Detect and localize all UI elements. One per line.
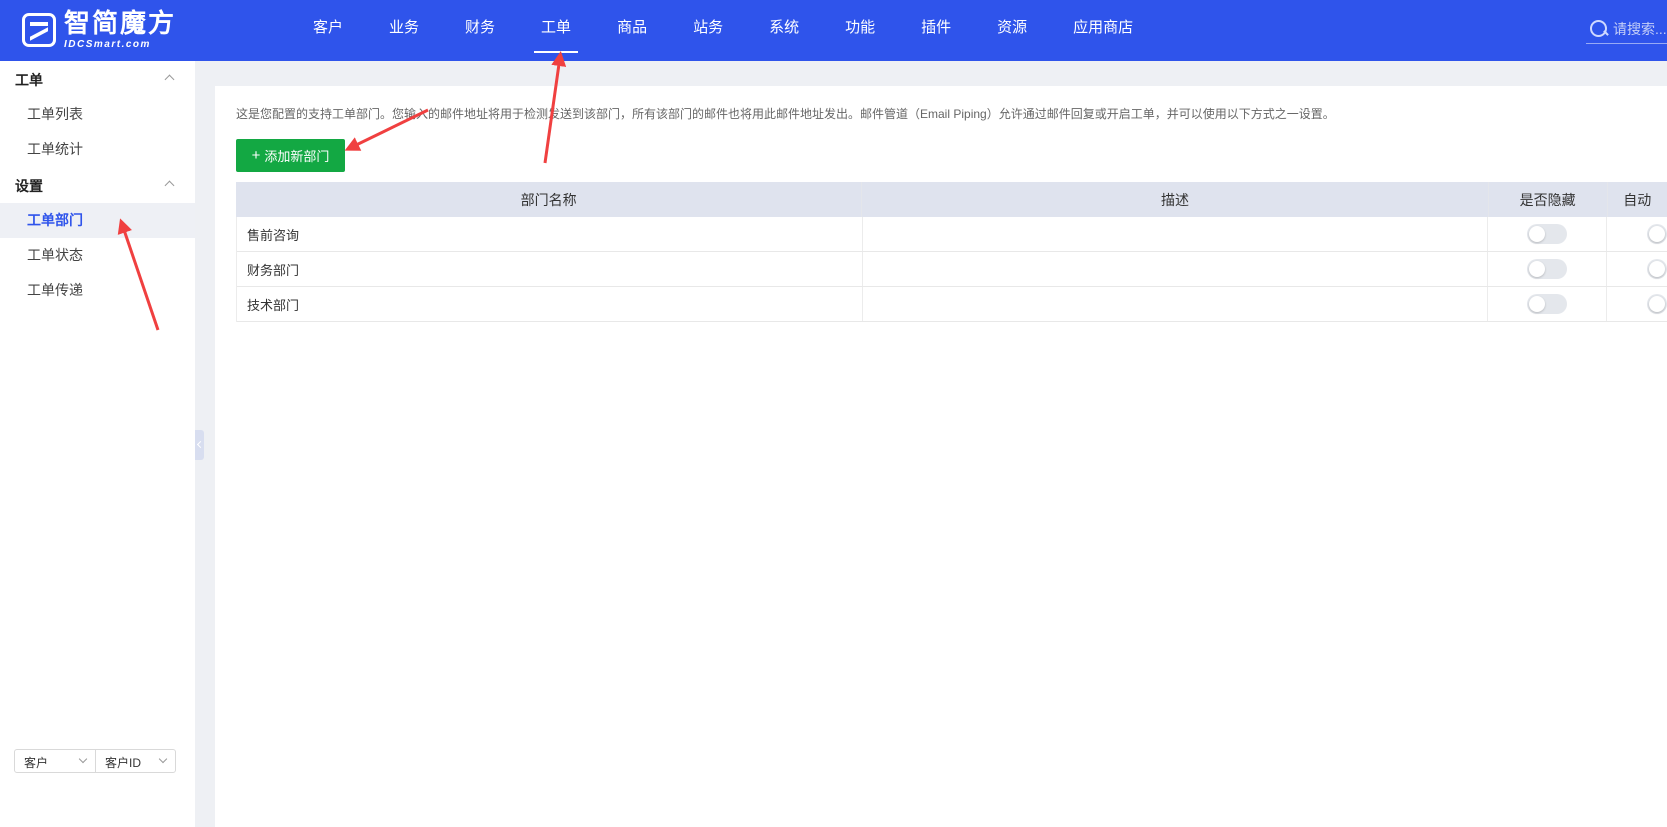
sidebar-group-settings[interactable]: 设置 — [0, 169, 195, 203]
sidebar-group-title: 工单 — [15, 72, 43, 88]
department-description — [863, 217, 1489, 251]
customer-select[interactable]: 客户 — [15, 750, 95, 772]
table-body: 售前咨询 财务部门 技术部门 — [236, 217, 1667, 322]
logo-text: 智简魔方 IDCSmart.com — [64, 11, 176, 50]
search-icon[interactable] — [1590, 19, 1608, 38]
auto-toggle-cell — [1607, 287, 1667, 321]
nav-site[interactable]: 站务 — [670, 0, 746, 61]
sidebar-item-ticket-transfer[interactable]: 工单传递 — [0, 273, 195, 308]
customer-id-select-value: 客户ID — [105, 756, 142, 770]
sidebar-item-ticket-stats[interactable]: 工单统计 — [0, 132, 195, 167]
nav-app-store[interactable]: 应用商店 — [1050, 0, 1156, 61]
hidden-toggle[interactable] — [1527, 294, 1568, 314]
auto-toggle-cell — [1607, 217, 1667, 251]
hidden-toggle-cell — [1488, 287, 1607, 321]
column-header-name: 部门名称 — [236, 182, 863, 217]
table-row: 售前咨询 — [237, 217, 1667, 252]
auto-toggle[interactable] — [1647, 259, 1667, 279]
column-header-hidden: 是否隐藏 — [1489, 182, 1608, 217]
nav-system[interactable]: 系统 — [746, 0, 822, 61]
customer-id-select[interactable]: 客户ID — [95, 750, 175, 772]
nav-business[interactable]: 业务 — [366, 0, 442, 61]
chevron-up-icon — [164, 74, 175, 85]
search-input[interactable] — [1613, 20, 1667, 37]
column-header-auto: 自动 — [1623, 191, 1652, 208]
sidebar-group-title: 设置 — [15, 178, 43, 194]
nav-tickets[interactable]: 工单 — [518, 0, 594, 61]
table-header: 部门名称 描述 是否隐藏 自动 — [236, 182, 1667, 217]
logo-title: 智简魔方 — [64, 8, 177, 39]
top-nav-bar: 智简魔方 IDCSmart.com 客户 业务 财务 工单 商品 站务 系统 功… — [0, 0, 1667, 61]
sidebar-item-ticket-status[interactable]: 工单状态 — [0, 238, 195, 273]
department-name: 售前咨询 — [237, 217, 863, 251]
sidebar-item-ticket-departments[interactable]: 工单部门 — [0, 203, 195, 238]
hidden-toggle-cell — [1488, 217, 1607, 251]
department-name: 技术部门 — [237, 287, 863, 321]
customer-search-selects: 客户 客户ID — [14, 749, 176, 773]
global-search — [1586, 14, 1667, 44]
nav-products[interactable]: 商品 — [594, 0, 670, 61]
page-description: 这是您配置的支持工单部门。您输入的邮件地址将用于检测发送到该部门，所有该部门的邮… — [236, 107, 1335, 121]
nav-customers[interactable]: 客户 — [290, 0, 366, 61]
column-header-description: 描述 — [862, 182, 1489, 217]
hidden-toggle[interactable] — [1527, 224, 1568, 244]
sidebar: 工单 工单列表 工单统计 设置 工单部门 工单状态 工单传递 — [0, 61, 195, 827]
logo-subtitle: IDCSmart.com — [64, 38, 151, 50]
chevron-down-icon — [158, 754, 168, 764]
logo[interactable]: 智简魔方 IDCSmart.com — [22, 11, 176, 50]
auto-toggle-cell — [1607, 252, 1667, 286]
chevron-up-icon — [164, 180, 175, 191]
department-description — [863, 287, 1489, 321]
main-content-card: 这是您配置的支持工单部门。您输入的邮件地址将用于检测发送到该部门，所有该部门的邮… — [215, 86, 1667, 827]
plus-icon: + — [251, 147, 261, 164]
department-description — [863, 252, 1489, 286]
hidden-toggle[interactable] — [1527, 259, 1568, 279]
table-row: 财务部门 — [237, 252, 1667, 287]
sidebar-collapse-handle[interactable] — [195, 430, 204, 460]
auto-toggle[interactable] — [1647, 294, 1667, 314]
sidebar-group-tickets[interactable]: 工单 — [0, 63, 195, 97]
logo-icon — [22, 13, 56, 47]
hidden-toggle-cell — [1488, 252, 1607, 286]
nav-features[interactable]: 功能 — [822, 0, 898, 61]
add-department-label: 添加新部门 — [264, 149, 330, 164]
nav-finance[interactable]: 财务 — [442, 0, 518, 61]
department-name: 财务部门 — [237, 252, 863, 286]
chevron-down-icon — [78, 754, 88, 764]
departments-table: 部门名称 描述 是否隐藏 自动 售前咨询 财务部门 技术部门 — [236, 182, 1667, 322]
table-row: 技术部门 — [237, 287, 1667, 322]
nav-plugins[interactable]: 插件 — [898, 0, 974, 61]
sidebar-item-ticket-list[interactable]: 工单列表 — [0, 97, 195, 132]
add-department-button[interactable]: + 添加新部门 — [236, 139, 345, 172]
auto-toggle[interactable] — [1647, 224, 1667, 244]
main-nav: 客户 业务 财务 工单 商品 站务 系统 功能 插件 资源 应用商店 — [290, 0, 1156, 61]
customer-select-value: 客户 — [24, 756, 49, 770]
nav-resources[interactable]: 资源 — [974, 0, 1050, 61]
